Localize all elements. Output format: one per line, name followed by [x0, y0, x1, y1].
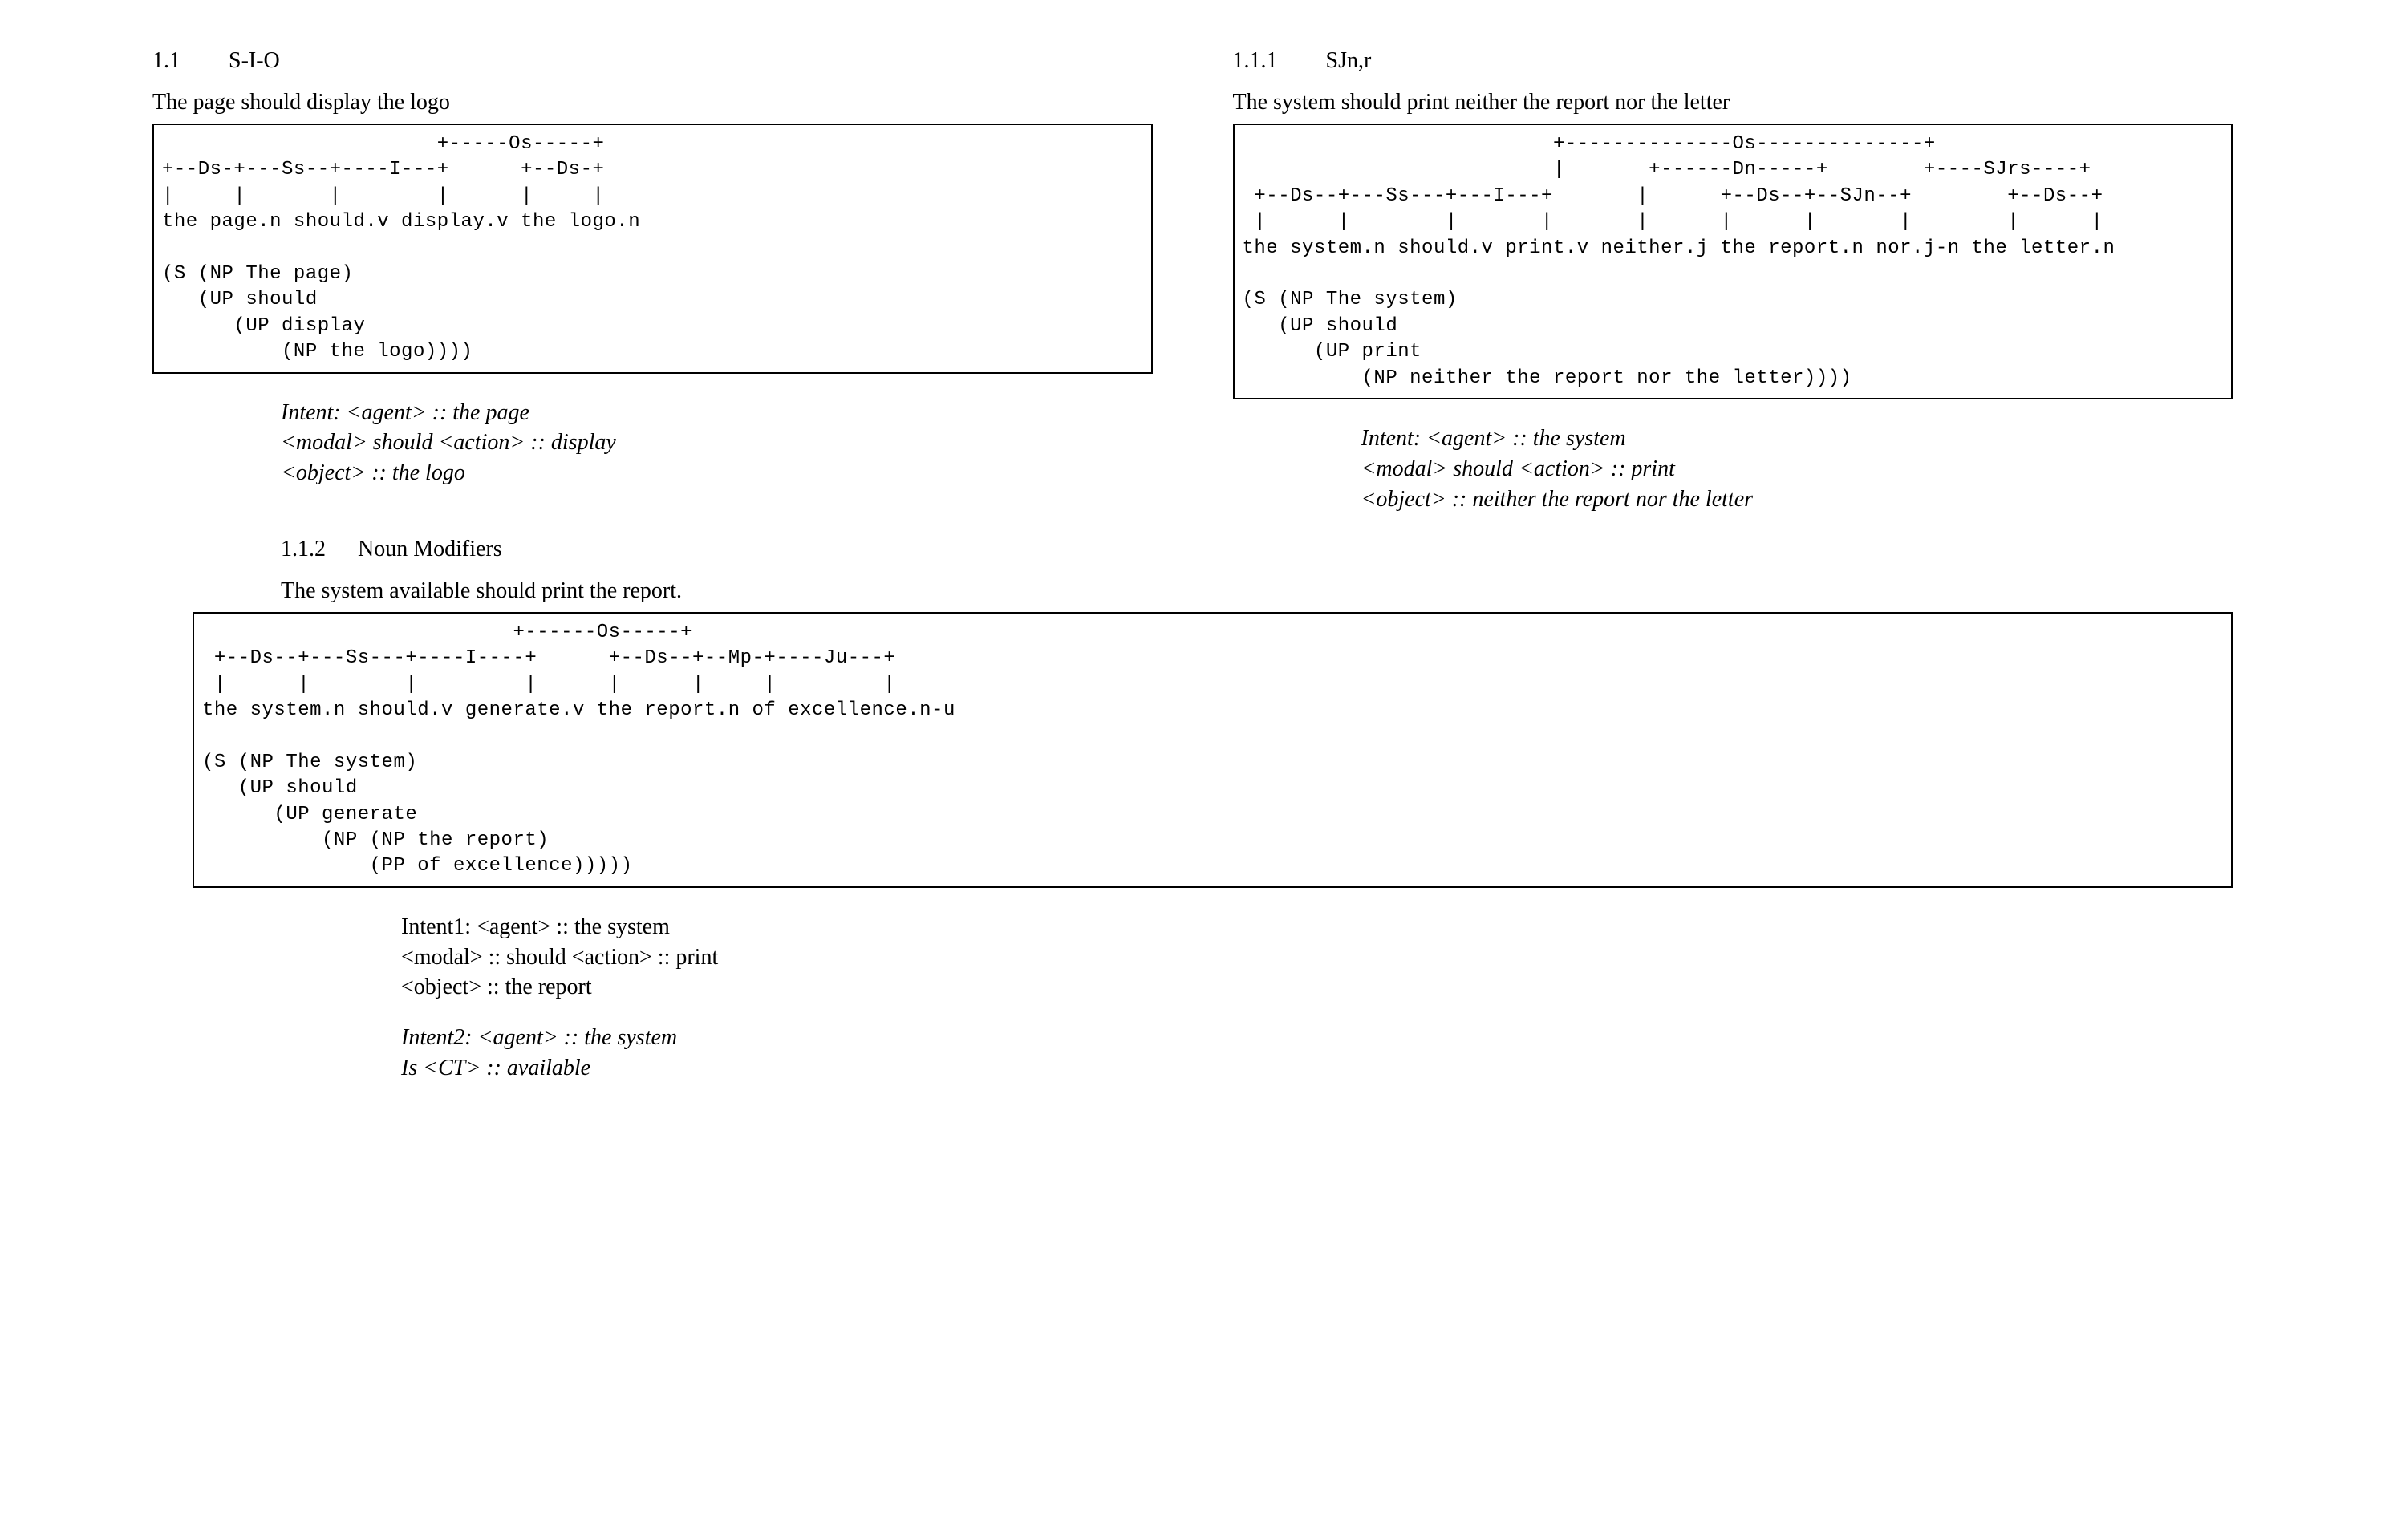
intent-line: Intent2: <agent> :: the system — [401, 1023, 2233, 1053]
intent-line: Is <CT> :: available — [401, 1053, 2233, 1084]
intent-line: Intent1: <agent> :: the system — [401, 912, 2233, 942]
intent-line: <modal> should <action> :: print — [1361, 454, 2233, 484]
section-number: 1.1.2 — [281, 537, 326, 562]
parse-diagram-box: +------Os-----+ +--Ds--+---Ss---+----I--… — [193, 612, 2233, 888]
section-title: SJn,r — [1326, 48, 1372, 74]
example-sentence: The page should display the logo — [152, 90, 1153, 116]
example-sentence: The system should print neither the repo… — [1233, 90, 2233, 116]
intent-line: Intent: <agent> :: the system — [1361, 424, 2233, 454]
intent-block: Intent: <agent> :: the page <modal> shou… — [281, 398, 1153, 488]
section-number: 1.1.1 — [1233, 48, 1278, 74]
intent-line: Intent: <agent> :: the page — [281, 398, 1153, 428]
intent-line: <object> :: the logo — [281, 458, 1153, 488]
parse-diagram-box: +--------------Os--------------+ | +----… — [1233, 124, 2233, 399]
right-column: 1.1.1 SJn,r The system should print neit… — [1233, 48, 2233, 612]
section-1-1-2-heading: 1.1.2 Noun Modifiers — [281, 537, 1153, 562]
intent-block: Intent: <agent> :: the system <modal> sh… — [1361, 424, 2233, 514]
intent-line: <object> :: the report — [401, 972, 2233, 1003]
intent-block: Intent1: <agent> :: the system <modal> :… — [401, 912, 2233, 1003]
section-1-1-1-heading: 1.1.1 SJn,r — [1233, 48, 2233, 74]
section-title: Noun Modifiers — [358, 537, 502, 562]
parse-diagram-box: +-----Os-----+ +--Ds-+---Ss--+----I---+ … — [152, 124, 1153, 374]
intent-block: Intent2: <agent> :: the system Is <CT> :… — [401, 1023, 2233, 1084]
section-1-1-heading: 1.1 S-I-O — [152, 48, 1153, 74]
section-title: S-I-O — [229, 48, 280, 74]
intent-line: <object> :: neither the report nor the l… — [1361, 484, 2233, 515]
section-1-1-2: 1.1.2 Noun Modifiers The system availabl… — [281, 537, 1153, 604]
left-column: 1.1 S-I-O The page should display the lo… — [152, 48, 1153, 612]
section-1-1-2-body: +------Os-----+ +--Ds--+---Ss---+----I--… — [193, 612, 2233, 1084]
intent-line: <modal> should <action> :: display — [281, 428, 1153, 458]
section-number: 1.1 — [152, 48, 180, 74]
example-sentence: The system available should print the re… — [281, 578, 1153, 604]
intent-line: <modal> :: should <action> :: print — [401, 942, 2233, 973]
intent-wrap: Intent1: <agent> :: the system <modal> :… — [401, 912, 2233, 1084]
